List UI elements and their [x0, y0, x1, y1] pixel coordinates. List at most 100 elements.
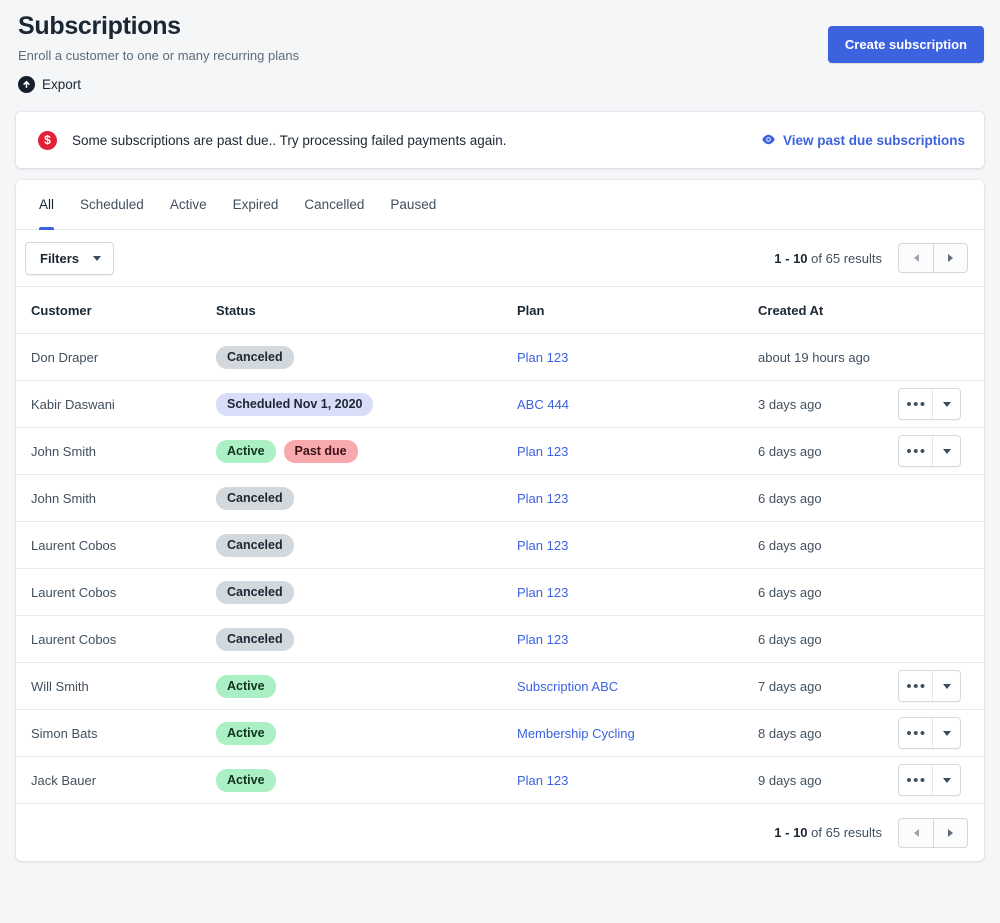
- chevron-down-icon[interactable]: [932, 671, 960, 701]
- past-due-banner: $ Some subscriptions are past due.. Try …: [16, 112, 984, 168]
- view-past-due-subscriptions-link[interactable]: View past due subscriptions: [761, 133, 965, 148]
- export-button[interactable]: Export: [18, 76, 81, 93]
- download-circle-icon: [18, 76, 35, 93]
- plan-link[interactable]: Membership Cycling: [517, 726, 635, 741]
- row-actions-button[interactable]: •••: [898, 388, 961, 420]
- status-badge-group: Canceled: [216, 534, 517, 557]
- plan-link[interactable]: ABC 444: [517, 397, 569, 412]
- tab-active[interactable]: Active: [157, 180, 220, 229]
- ellipsis-icon[interactable]: •••: [899, 436, 932, 466]
- pagination-summary-top: 1 - 10 of 65 results: [774, 251, 882, 266]
- plan-link[interactable]: Plan 123: [517, 632, 568, 647]
- cell-customer: John Smith: [16, 428, 216, 475]
- table-row[interactable]: Jack BauerActivePlan 1239 days ago•••: [16, 757, 984, 804]
- table-header-row: Customer Status Plan Created At: [16, 287, 984, 334]
- cell-plan: Plan 123: [517, 757, 758, 804]
- ellipsis-icon[interactable]: •••: [899, 765, 932, 795]
- cell-created-at: 6 days ago: [758, 475, 898, 522]
- plan-link[interactable]: Plan 123: [517, 585, 568, 600]
- cell-status: Canceled: [216, 616, 517, 663]
- banner-message: Some subscriptions are past due.. Try pr…: [72, 133, 506, 148]
- previous-page-button-bottom[interactable]: [898, 818, 933, 848]
- cell-actions: •••: [898, 663, 984, 710]
- plan-link[interactable]: Plan 123: [517, 491, 568, 506]
- cell-created-at: 3 days ago: [758, 381, 898, 428]
- filters-button[interactable]: Filters: [25, 242, 114, 275]
- cell-actions: [898, 475, 984, 522]
- row-actions-button[interactable]: •••: [898, 435, 961, 467]
- status-tabs: AllScheduled Active ExpiredCancelledPaused: [16, 180, 984, 230]
- tab-scheduled[interactable]: Scheduled: [67, 180, 157, 229]
- status-badge-group: Scheduled Nov 1, 2020: [216, 393, 517, 416]
- ellipsis-icon[interactable]: •••: [899, 389, 932, 419]
- ellipsis-icon[interactable]: •••: [899, 671, 932, 701]
- table-row[interactable]: John SmithCanceled Plan 123 6 days ago: [16, 475, 984, 522]
- cell-created-at: 6 days ago: [758, 569, 898, 616]
- cell-customer: John Smith: [16, 475, 216, 522]
- row-actions-button[interactable]: •••: [898, 717, 961, 749]
- status-badge-group: Canceled: [216, 628, 517, 651]
- caret-shape: [943, 449, 951, 454]
- previous-page-button-top[interactable]: [898, 243, 933, 273]
- tab-cancelled[interactable]: Cancelled: [291, 180, 377, 229]
- status-badge: Past due: [284, 440, 358, 463]
- cell-status: Canceled: [216, 522, 517, 569]
- tab-paused[interactable]: Paused: [377, 180, 449, 229]
- plan-link[interactable]: Subscription ABC: [517, 679, 618, 694]
- chevron-down-icon[interactable]: [932, 389, 960, 419]
- column-header-status: Status: [216, 287, 517, 334]
- pagination-buttons-bottom: [898, 818, 968, 848]
- tab-label: Active: [170, 197, 207, 212]
- table-row[interactable]: John SmithActivePast duePlan 1236 days a…: [16, 428, 984, 475]
- cell-plan: Subscription ABC: [517, 663, 758, 710]
- status-badge: Canceled: [216, 487, 294, 510]
- table-row[interactable]: Laurent CobosCanceledPlan 1236 days ago: [16, 569, 984, 616]
- table-row[interactable]: Don DraperCanceledPlan 123about 19 hours…: [16, 334, 984, 381]
- chevron-down-icon[interactable]: [932, 765, 960, 795]
- ellipsis-icon[interactable]: •••: [899, 718, 932, 748]
- next-page-button-top[interactable]: [933, 243, 968, 273]
- cell-actions: •••: [898, 757, 984, 804]
- cell-created-at: about 19 hours ago: [758, 334, 898, 381]
- plan-link[interactable]: Plan 123: [517, 773, 568, 788]
- view-past-due-label: View past due subscriptions: [783, 133, 965, 148]
- create-subscription-button[interactable]: Create subscription: [828, 26, 984, 63]
- cell-customer: Will Smith: [16, 663, 216, 710]
- row-actions-button[interactable]: •••: [898, 764, 961, 796]
- plan-link[interactable]: Plan 123: [517, 538, 568, 553]
- subscriptions-card: AllScheduled Active ExpiredCancelledPaused…: [16, 180, 984, 861]
- status-badge: Active: [216, 722, 276, 745]
- tab-all[interactable]: All: [26, 180, 67, 229]
- pagination-range-bottom: 1 - 10: [774, 825, 807, 840]
- table-row[interactable]: Laurent CobosCanceledPlan 1236 days ago: [16, 616, 984, 663]
- cell-actions: [898, 569, 984, 616]
- caret-shape: [943, 402, 951, 407]
- row-actions-button[interactable]: •••: [898, 670, 961, 702]
- next-page-button-bottom[interactable]: [933, 818, 968, 848]
- cell-status: Active: [216, 663, 517, 710]
- plan-link[interactable]: Plan 123: [517, 350, 568, 365]
- chevron-down-icon[interactable]: [932, 718, 960, 748]
- cell-customer: Laurent Cobos: [16, 616, 216, 663]
- filters-label: Filters: [40, 251, 79, 266]
- table-row[interactable]: Simon BatsActiveMembership Cycling8 days…: [16, 710, 984, 757]
- export-label: Export: [42, 77, 81, 92]
- dollar-alert-icon: $: [38, 131, 57, 150]
- plan-link[interactable]: Plan 123: [517, 444, 568, 459]
- status-badge: Canceled: [216, 534, 294, 557]
- cell-plan: Plan 123: [517, 616, 758, 663]
- page-subtitle: Enroll a customer to one or many recurri…: [18, 47, 299, 65]
- page-header: Subscriptions Enroll a customer to one o…: [16, 0, 984, 93]
- cell-status: Scheduled Nov 1, 2020: [216, 381, 517, 428]
- status-badge: Canceled: [216, 581, 294, 604]
- cell-actions: [898, 334, 984, 381]
- pagination-suffix-bottom: of 65 results: [811, 825, 882, 840]
- column-header-customer: Customer: [16, 287, 216, 334]
- triangle-right-icon: [948, 829, 953, 837]
- status-badge: Active: [216, 440, 276, 463]
- tab-expired[interactable]: Expired: [220, 180, 292, 229]
- chevron-down-icon[interactable]: [932, 436, 960, 466]
- table-row[interactable]: Laurent CobosCanceledPlan 1236 days ago: [16, 522, 984, 569]
- table-row[interactable]: Kabir DaswaniScheduled Nov 1, 2020ABC 44…: [16, 381, 984, 428]
- table-row[interactable]: Will SmithActiveSubscription ABC7 days a…: [16, 663, 984, 710]
